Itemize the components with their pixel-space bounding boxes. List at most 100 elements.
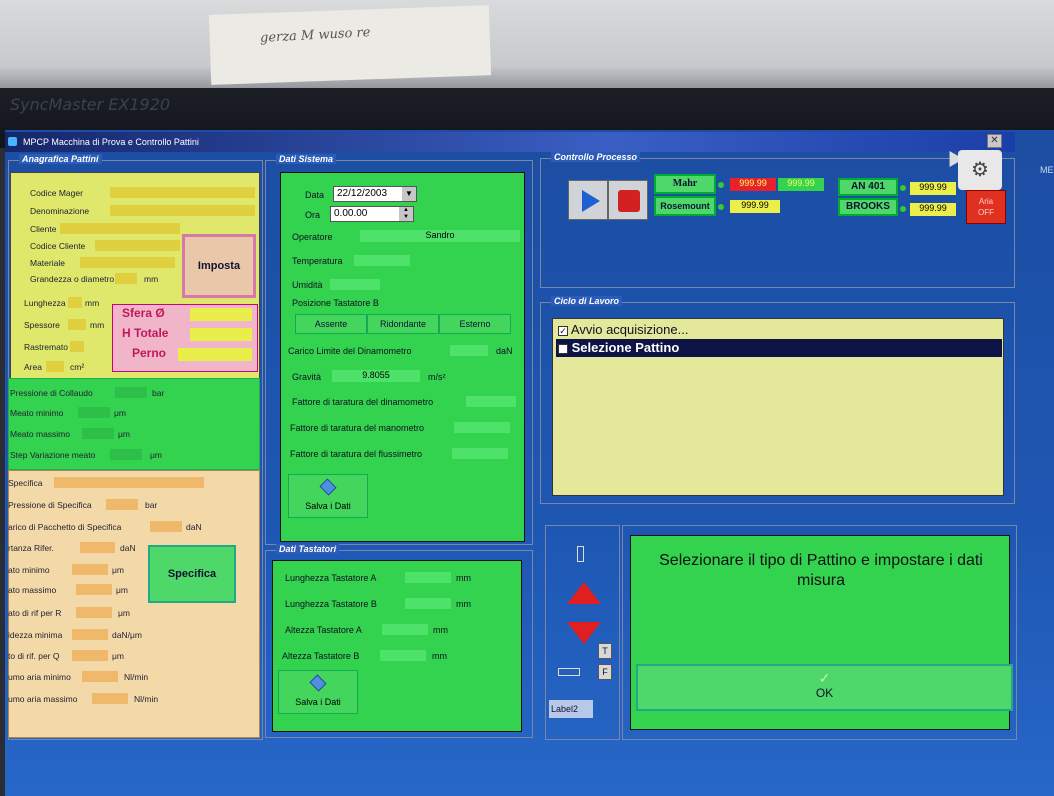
gravita-label: Gravità — [292, 372, 322, 382]
arrow-up-icon[interactable] — [567, 582, 601, 604]
ora-spinner[interactable]: 0.00.00 ▲ ▼ — [330, 206, 414, 222]
ciclo-legend: Ciclo di Lavoro — [551, 296, 623, 306]
rastremato-label: Rastremato — [24, 342, 68, 352]
status-dot — [900, 185, 906, 191]
materiale-field[interactable] — [80, 257, 175, 268]
play-button[interactable] — [568, 180, 608, 220]
paper-note — [208, 5, 492, 85]
spessore-unit: mm — [90, 320, 105, 330]
codice-mager-field[interactable] — [110, 187, 255, 198]
consumo-min-label: umo aria minimo — [8, 672, 71, 682]
pressione-specifica-field[interactable] — [106, 499, 138, 510]
an401-button[interactable]: AN 401 — [838, 178, 898, 196]
operatore-field[interactable]: Sandro — [360, 230, 520, 242]
umidita-field[interactable] — [330, 279, 380, 290]
spessore-field[interactable] — [68, 319, 86, 330]
arrow-down-icon[interactable] — [567, 622, 601, 644]
pressione-collaudo-field[interactable] — [115, 387, 147, 398]
f-button[interactable]: F — [598, 664, 612, 680]
codice-cliente-field[interactable] — [95, 240, 180, 251]
lunghezza-a-field[interactable] — [405, 572, 451, 583]
assente-button[interactable]: Assente — [295, 314, 367, 334]
grandezza-field[interactable] — [115, 273, 137, 284]
brooks-button[interactable]: BROOKS — [838, 198, 898, 216]
mahr-button[interactable]: Mahr — [654, 174, 716, 194]
lunghezza-b-field[interactable] — [405, 598, 451, 609]
meato-massimo-field[interactable] — [82, 428, 114, 439]
perno-label: Perno — [132, 346, 167, 360]
pressione-collaudo-unit: bar — [152, 388, 165, 398]
rastremato-field[interactable] — [70, 341, 84, 352]
imposta-button[interactable]: Imposta — [182, 234, 256, 298]
side-label: ME — [1040, 165, 1054, 175]
ciclo-item-avvio[interactable]: ✓ Avvio acquisizione... — [558, 322, 998, 338]
h-totale-label: H Totale — [122, 326, 169, 340]
meato-min2-unit: μm — [112, 565, 124, 575]
rosemount-button[interactable]: Rosemount — [654, 196, 716, 216]
aria-off-button[interactable]: Aria OFF — [966, 190, 1006, 224]
consumo-min-field[interactable] — [82, 671, 118, 682]
carico-pacchetto-label: arico di Pacchetto di Specifica — [8, 522, 122, 532]
checkbox-checked[interactable]: ✓ — [558, 325, 568, 336]
gravita-field[interactable]: 9.8055 — [332, 370, 420, 382]
dati-tastatori-legend: Dati Tastatori — [276, 544, 340, 554]
altezza-a-label: Altezza Tastatore A — [285, 625, 362, 635]
meato-rif-r-unit: μm — [118, 608, 130, 618]
area-field[interactable] — [46, 361, 64, 372]
fattore-flussimetro-field[interactable] — [452, 448, 508, 459]
rigidezza-field[interactable] — [72, 629, 108, 640]
ok-button[interactable]: ✓ OK — [636, 664, 1013, 711]
t-button[interactable]: T — [598, 643, 612, 659]
fattore-dinamometro-field[interactable] — [466, 396, 516, 407]
checkbox-unchecked[interactable] — [558, 343, 568, 354]
ciclo-item-selezione[interactable]: Selezione Pattino — [556, 339, 1002, 357]
step-variazione-field[interactable] — [110, 449, 142, 460]
lunghezza-field[interactable] — [68, 297, 82, 308]
consumo-max-field[interactable] — [92, 693, 128, 704]
salva-dati-sistema-button[interactable]: Salva i Dati — [288, 474, 368, 518]
value-1: 999.99 — [730, 178, 776, 191]
meato-minimo-field[interactable] — [78, 407, 110, 418]
ora-label: Ora — [305, 210, 321, 220]
altezza-b-label: Altezza Tastatore B — [282, 651, 360, 661]
meato-min2-label: ato minimo — [8, 565, 50, 575]
carico-pacchetto-field[interactable] — [150, 521, 182, 532]
dropdown-icon[interactable]: ▼ — [402, 187, 416, 201]
meato-max2-label: ato massimo — [8, 585, 57, 595]
fattore-manometro-field[interactable] — [454, 422, 510, 433]
stop-button[interactable] — [608, 180, 648, 220]
spinner-icon[interactable]: ▲ ▼ — [399, 207, 413, 221]
altezza-a-field[interactable] — [382, 624, 428, 635]
h-totale-field[interactable] — [190, 328, 252, 341]
temperatura-field[interactable] — [354, 255, 410, 266]
lunghezza-label: Lunghezza — [24, 298, 66, 308]
sfera-field[interactable] — [190, 308, 252, 321]
value-4: 999.99 — [910, 182, 956, 195]
perno-field[interactable] — [178, 348, 252, 361]
specifica-button[interactable]: Specifica — [148, 545, 236, 603]
lunghezza-a-label: Lunghezza Tastatore A — [285, 573, 377, 583]
close-button[interactable]: ✕ — [987, 134, 1002, 148]
denominazione-field[interactable] — [110, 205, 255, 216]
portanza-field[interactable] — [80, 542, 115, 553]
dati-sistema-legend: Dati Sistema — [276, 154, 337, 164]
salva-dati-tastatori-button[interactable]: Salva i Dati — [278, 670, 358, 714]
altezza-b-field[interactable] — [380, 650, 426, 661]
cliente-field[interactable] — [60, 223, 180, 234]
specifica-field[interactable] — [54, 477, 204, 488]
meato-max2-field[interactable] — [76, 584, 112, 595]
carico-limite-field[interactable] — [450, 345, 488, 356]
consumo-min-unit: Nl/min — [124, 672, 149, 682]
meato-min2-field[interactable] — [72, 564, 108, 575]
meato-rif-r-field[interactable] — [76, 607, 112, 618]
meato-rif-q-field[interactable] — [72, 650, 108, 661]
esterno-button[interactable]: Esterno — [439, 314, 511, 334]
data-picker[interactable]: 22/12/2003 ▼ — [333, 186, 417, 202]
play-icon — [582, 190, 600, 212]
ok-label: OK — [815, 686, 834, 700]
aria-label: Aria — [978, 197, 994, 206]
area-unit: cm² — [70, 362, 85, 372]
ridondante-button[interactable]: Ridondante — [367, 314, 439, 334]
tools-icon[interactable]: ⚙ — [958, 150, 1002, 190]
denominazione-label: Denominazione — [30, 206, 90, 216]
